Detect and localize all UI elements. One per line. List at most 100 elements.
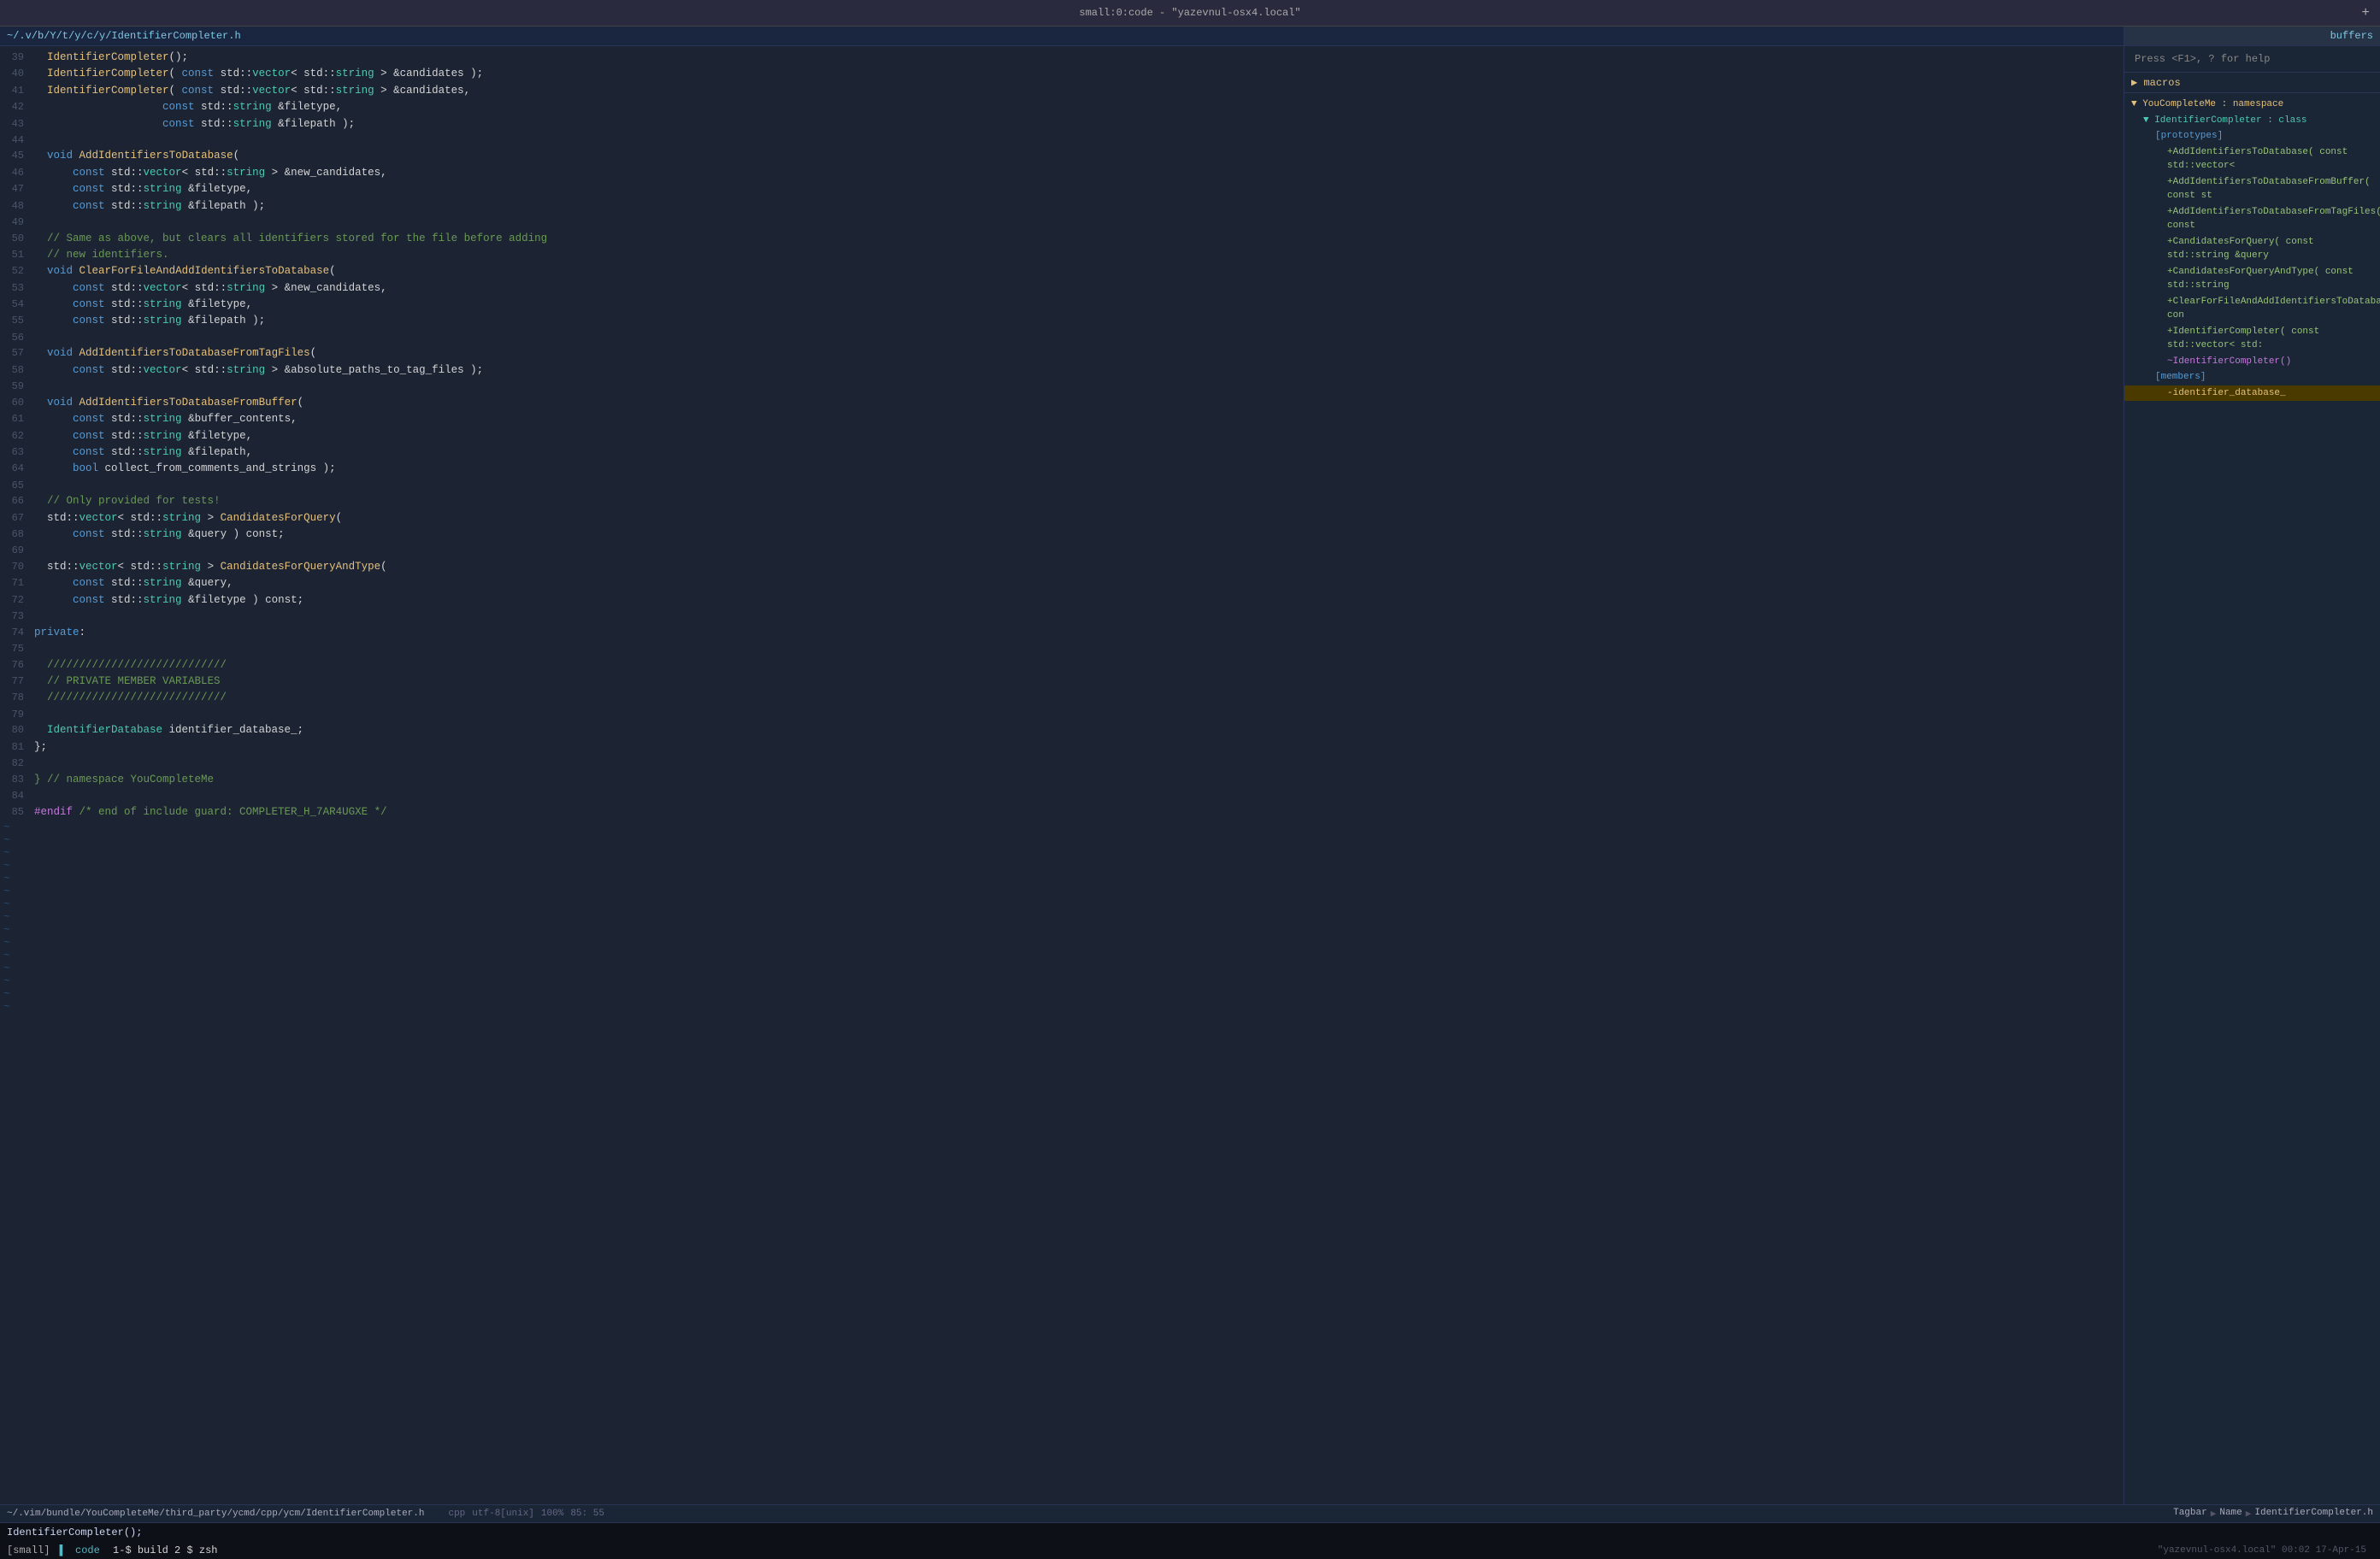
cmdline-text: IdentifierCompleter();: [7, 1527, 142, 1538]
line-content: IdentifierDatabase identifier_database_;: [34, 722, 2117, 738]
sidebar-tree-item[interactable]: +CandidatesForQuery( const std::string &…: [2124, 234, 2380, 264]
line-content: const std::string &filetype ) const;: [34, 592, 2117, 609]
code-line-53: 53 const std::vector< std::string > &new…: [0, 280, 2124, 297]
code-line-51: 51 // new identifiers.: [0, 247, 2124, 263]
macros-arrow: ▶: [2131, 77, 2143, 89]
tilde-line: ~: [0, 859, 2124, 872]
code-line-39: 39 IdentifierCompleter();: [0, 50, 2124, 66]
code-line-56: 56: [0, 330, 2124, 346]
tilde-line: ~: [0, 846, 2124, 859]
sidebar-tree-item[interactable]: +AddIdentifiersToDatabase( const std::ve…: [2124, 144, 2380, 174]
code-line-41: 41 IdentifierCompleter( const std::vecto…: [0, 83, 2124, 99]
status-bar: ~/.vim/bundle/YouCompleteMe/third_party/…: [0, 1504, 2380, 1522]
shell-prompt-area: [small] ▌ code 1-$ build 2 $ zsh: [7, 1544, 217, 1556]
line-number: 55: [0, 313, 34, 329]
line-number: 77: [0, 674, 34, 690]
sidebar-tree-item[interactable]: ~IdentifierCompleter(): [2124, 354, 2380, 370]
line-number: 57: [0, 345, 34, 362]
code-line-79: 79: [0, 707, 2124, 723]
tilde-line: ~: [0, 821, 2124, 833]
line-content: #endif /* end of include guard: COMPLETE…: [34, 804, 2117, 821]
title-bar: small:0:code - "yazevnul-osx4.local" +: [0, 0, 2380, 26]
tagbar-sep2: ▶: [2246, 1508, 2252, 1520]
code-line-62: 62 const std::string &filetype,: [0, 428, 2124, 444]
sidebar-tree-item[interactable]: [prototypes]: [2124, 128, 2380, 144]
line-number: 71: [0, 575, 34, 591]
line-content: const std::string &filepath );: [34, 198, 2117, 215]
shell-cmd: 1-$ build 2 $ zsh: [113, 1544, 217, 1556]
sidebar-tree-item[interactable]: [members]: [2124, 369, 2380, 385]
code-line-43: 43 const std::string &filepath );: [0, 116, 2124, 132]
line-number: 50: [0, 231, 34, 247]
tilde-line: ~: [0, 987, 2124, 1000]
sidebar-tree-item[interactable]: +AddIdentifiersToDatabaseFromBuffer( con…: [2124, 174, 2380, 204]
line-content: IdentifierCompleter( const std::vector< …: [34, 83, 2117, 99]
line-content: bool collect_from_comments_and_strings )…: [34, 461, 2117, 477]
main-area: ~/.v/b/Y/t/y/c/y/IdentifierCompleter.h 3…: [0, 26, 2380, 1504]
tilde-line: ~: [0, 974, 2124, 987]
code-line-70: 70 std::vector< std::string > Candidates…: [0, 559, 2124, 575]
line-content: const std::string &filetype,: [34, 99, 2117, 115]
line-content: const std::string &query,: [34, 575, 2117, 591]
line-content: } // namespace YouCompleteMe: [34, 772, 2117, 788]
code-line-60: 60 void AddIdentifiersToDatabaseFromBuff…: [0, 395, 2124, 411]
line-content: const std::string &buffer_contents,: [34, 411, 2117, 427]
buffers-label: buffers: [2124, 26, 2380, 46]
code-line-54: 54 const std::string &filetype,: [0, 297, 2124, 313]
code-line-78: 78 ////////////////////////////: [0, 690, 2124, 706]
tilde-area: ~~~~~~~~~~~~~~~: [0, 821, 2124, 1013]
line-content: const std::vector< std::string > &new_ca…: [34, 165, 2117, 181]
sidebar-tree: ▼ YouCompleteMe : namespace▼ IdentifierC…: [2124, 93, 2380, 1504]
line-number: 42: [0, 99, 34, 115]
code-line-82: 82: [0, 756, 2124, 772]
line-number: 74: [0, 625, 34, 641]
line-number: 68: [0, 527, 34, 543]
line-content: // new identifiers.: [34, 247, 2117, 263]
code-line-72: 72 const std::string &filetype ) const;: [0, 592, 2124, 609]
line-number: 54: [0, 297, 34, 313]
sidebar-tree-item[interactable]: -identifier_database_: [2124, 385, 2380, 402]
sidebar-tree-item[interactable]: +CandidatesForQueryAndType( const std::s…: [2124, 264, 2380, 294]
line-number: 40: [0, 66, 34, 82]
status-cursor: 85: 55: [570, 1509, 604, 1519]
line-number: 60: [0, 395, 34, 411]
line-content: const std::string &filepath );: [34, 313, 2117, 329]
editor-pane: ~/.v/b/Y/t/y/c/y/IdentifierCompleter.h 3…: [0, 26, 2124, 1504]
line-number: 73: [0, 609, 34, 625]
sidebar-tree-item[interactable]: +IdentifierCompleter( const std::vector<…: [2124, 324, 2380, 354]
line-content: const std::vector< std::string > &new_ca…: [34, 280, 2117, 297]
line-number: 76: [0, 657, 34, 674]
code-line-69: 69: [0, 543, 2124, 559]
line-content: private:: [34, 625, 2117, 641]
code-line-81: 81};: [0, 739, 2124, 756]
code-line-83: 83} // namespace YouCompleteMe: [0, 772, 2124, 788]
cmdline-output: IdentifierCompleter();: [0, 1522, 2380, 1542]
line-content: ////////////////////////////: [34, 690, 2117, 706]
line-number: 44: [0, 132, 34, 149]
line-number: 56: [0, 330, 34, 346]
code-area[interactable]: 39 IdentifierCompleter();40 IdentifierCo…: [0, 46, 2124, 1504]
sidebar-tree-item[interactable]: +ClearForFileAndAddIdentifiersToDatabase…: [2124, 294, 2380, 324]
tab-bar: ~/.v/b/Y/t/y/c/y/IdentifierCompleter.h: [0, 26, 2124, 46]
add-tab-button[interactable]: +: [2361, 5, 2370, 21]
line-content: const std::string &filepath );: [34, 116, 2117, 132]
tagbar-label: Tagbar: [2173, 1508, 2207, 1520]
code-line-59: 59: [0, 379, 2124, 395]
code-line-45: 45 void AddIdentifiersToDatabase(: [0, 148, 2124, 164]
line-content: const std::string &filetype,: [34, 428, 2117, 444]
active-tab[interactable]: ~/.v/b/Y/t/y/c/y/IdentifierCompleter.h: [7, 30, 241, 42]
line-content: void AddIdentifiersToDatabaseFromTagFile…: [34, 345, 2117, 362]
tilde-line: ~: [0, 910, 2124, 923]
sidebar-tree-item[interactable]: ▼ IdentifierCompleter : class: [2124, 113, 2380, 129]
code-line-66: 66 // Only provided for tests!: [0, 493, 2124, 509]
status-filetype: cpp: [448, 1509, 465, 1519]
host-info: "yazevnul-osx4.local" 00:02 17-Apr-15: [2151, 1544, 2373, 1557]
code-line-75: 75: [0, 641, 2124, 657]
line-content: IdentifierCompleter();: [34, 50, 2117, 66]
sidebar-tree-item[interactable]: +AddIdentifiersToDatabaseFromTagFiles( c…: [2124, 204, 2380, 234]
code-line-47: 47 const std::string &filetype,: [0, 181, 2124, 197]
tilde-line: ~: [0, 936, 2124, 949]
line-number: 45: [0, 148, 34, 164]
sidebar-tree-item[interactable]: ▼ YouCompleteMe : namespace: [2124, 97, 2380, 113]
code-line-57: 57 void AddIdentifiersToDatabaseFromTagF…: [0, 345, 2124, 362]
